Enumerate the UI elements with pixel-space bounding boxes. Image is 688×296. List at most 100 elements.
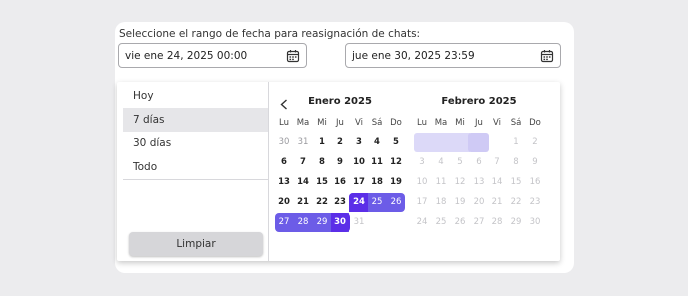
calendar-day[interactable]: 12 xyxy=(451,173,469,191)
calendar-day[interactable]: 10 xyxy=(350,153,368,171)
calendar-day[interactable]: 29 xyxy=(313,213,331,231)
calendar-day[interactable]: 21 xyxy=(488,193,506,211)
calendar-day[interactable]: 1 xyxy=(507,133,525,151)
end-date-field[interactable]: jue ene 30, 2025 23:59 xyxy=(345,43,561,68)
calendar-day[interactable]: 6 xyxy=(470,153,488,171)
calendar-day[interactable]: 13 xyxy=(470,173,488,191)
calendar-day[interactable]: 24 xyxy=(350,193,368,211)
range-prompt: Seleccione el rango de fecha para reasig… xyxy=(119,28,421,40)
calendar-day[interactable]: 25 xyxy=(432,213,450,231)
calendar-icon[interactable] xyxy=(540,49,554,63)
calendar-day[interactable]: 10 xyxy=(413,173,431,191)
preset-label: Hoy xyxy=(133,90,154,102)
calendar-day[interactable]: 24 xyxy=(413,213,431,231)
date-range-picker: Hoy 7 días 30 días Todo Limpiar xyxy=(117,82,560,261)
calendar-day[interactable]: 31 xyxy=(294,133,312,151)
calendar-day[interactable]: 27 xyxy=(275,213,293,231)
calendar-day[interactable]: 18 xyxy=(432,193,450,211)
preset-todo[interactable]: Todo xyxy=(123,155,268,179)
prev-month-button[interactable] xyxy=(277,97,291,111)
calendar-day[interactable]: 9 xyxy=(331,153,349,171)
calendar-day[interactable]: 1 xyxy=(313,133,331,151)
calendar-day[interactable]: 6 xyxy=(275,153,293,171)
weekday-label: Mi xyxy=(317,118,327,128)
calendar-day[interactable]: 13 xyxy=(275,173,293,191)
month-title-feb: Febrero 2025 xyxy=(441,96,517,107)
calendar-day[interactable]: 27 xyxy=(470,213,488,231)
calendar-day[interactable]: 8 xyxy=(507,153,525,171)
calendar-day[interactable]: 30 xyxy=(526,213,544,231)
calendar-day[interactable]: 7 xyxy=(294,153,312,171)
weekday-label: Do xyxy=(529,118,541,128)
calendar-day[interactable]: 3 xyxy=(350,133,368,151)
weekday-label: Vi xyxy=(493,118,501,128)
calendar-day[interactable]: 16 xyxy=(526,173,544,191)
calendar-day[interactable]: 11 xyxy=(432,173,450,191)
calendar-day[interactable]: 21 xyxy=(294,193,312,211)
calendar-day[interactable]: 17 xyxy=(413,193,431,211)
weekday-label: Lu xyxy=(279,118,289,128)
calendar-day[interactable]: 20 xyxy=(470,193,488,211)
preset-divider xyxy=(123,179,268,180)
calendar-day[interactable]: 11 xyxy=(368,153,386,171)
chevron-left-icon xyxy=(280,98,287,110)
preset-label: 7 días xyxy=(133,114,165,126)
calendar-day[interactable]: 16 xyxy=(331,173,349,191)
start-date-field[interactable]: vie ene 24, 2025 00:00 xyxy=(118,43,307,68)
hover-band xyxy=(414,133,470,152)
calendar-day[interactable]: 3 xyxy=(413,153,431,171)
calendar-day[interactable]: 15 xyxy=(313,173,331,191)
calendar-day[interactable]: 28 xyxy=(294,213,312,231)
weekday-label: Sá xyxy=(510,118,522,128)
calendar-day[interactable]: 5 xyxy=(387,133,405,151)
calendar-day[interactable]: 4 xyxy=(368,133,386,151)
weekday-label: Ju xyxy=(336,118,344,128)
preset-30-dias[interactable]: 30 días xyxy=(123,131,268,155)
weekday-label: Ju xyxy=(475,118,483,128)
weekday-label: Ma xyxy=(296,118,310,128)
calendar-day[interactable]: 28 xyxy=(488,213,506,231)
calendar-day[interactable]: 14 xyxy=(488,173,506,191)
calendar-day[interactable]: 19 xyxy=(387,173,405,191)
calendar-day[interactable]: 17 xyxy=(350,173,368,191)
calendar-day[interactable]: 22 xyxy=(313,193,331,211)
preset-list: Hoy 7 días 30 días Todo Limpiar xyxy=(117,82,269,261)
calendar-day[interactable]: 8 xyxy=(313,153,331,171)
calendar-day[interactable]: 14 xyxy=(294,173,312,191)
calendar-day[interactable]: 29 xyxy=(507,213,525,231)
calendar-day[interactable]: 22 xyxy=(507,193,525,211)
end-date-value: jue ene 30, 2025 23:59 xyxy=(352,49,475,62)
calendar-day[interactable]: 9 xyxy=(526,153,544,171)
calendar-day[interactable]: 26 xyxy=(387,193,405,211)
weekday-label: Sá xyxy=(371,118,383,128)
calendar-day[interactable]: 15 xyxy=(507,173,525,191)
calendar-day[interactable]: 30 xyxy=(331,213,349,231)
calendar-day[interactable]: 2 xyxy=(331,133,349,151)
calendar-day[interactable]: 26 xyxy=(451,213,469,231)
preset-label: 30 días xyxy=(133,137,172,149)
preset-label: Todo xyxy=(133,161,158,173)
weekday-label: Vi xyxy=(355,118,363,128)
calendar-day[interactable]: 23 xyxy=(526,193,544,211)
preset-7-dias[interactable]: 7 días xyxy=(123,108,268,132)
month-title-jan: Enero 2025 xyxy=(308,96,372,107)
calendar-day[interactable]: 23 xyxy=(331,193,349,211)
hover-band-end xyxy=(468,133,489,152)
weekday-label: Mi xyxy=(455,118,465,128)
weekday-label: Lu xyxy=(417,118,427,128)
weekday-label: Do xyxy=(390,118,402,128)
calendar-day[interactable]: 19 xyxy=(451,193,469,211)
calendar-day[interactable]: 20 xyxy=(275,193,293,211)
calendar-day[interactable]: 5 xyxy=(451,153,469,171)
preset-hoy[interactable]: Hoy xyxy=(123,84,268,108)
calendar-day[interactable]: 30 xyxy=(275,133,293,151)
calendar-day[interactable]: 25 xyxy=(368,193,386,211)
calendar-day[interactable]: 12 xyxy=(387,153,405,171)
calendar-icon[interactable] xyxy=(286,49,300,63)
calendar-day[interactable]: 18 xyxy=(368,173,386,191)
calendar-day[interactable]: 4 xyxy=(432,153,450,171)
clear-button[interactable]: Limpiar xyxy=(129,232,263,256)
calendar-day[interactable]: 7 xyxy=(488,153,506,171)
calendar-day[interactable]: 2 xyxy=(526,133,544,151)
calendar-day[interactable]: 31 xyxy=(350,213,368,231)
